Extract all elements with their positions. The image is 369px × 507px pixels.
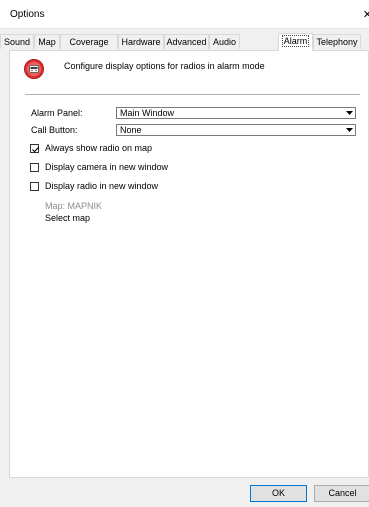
tab-label: Hardware <box>121 37 161 47</box>
tab-label: Sound <box>3 37 31 47</box>
tab-strip: Sound Map Coverage Map Hardware Advanced… <box>0 33 369 62</box>
cancel-button[interactable]: Cancel <box>314 485 369 502</box>
alarm-panel-value: Main Window <box>120 108 175 118</box>
checkbox-checked[interactable] <box>30 143 40 153</box>
alarm-panel-select[interactable]: Main Window <box>116 107 356 119</box>
display-radio-checkbox[interactable]: Display radio in new window <box>30 180 158 192</box>
checkbox-unchecked[interactable] <box>30 162 39 172</box>
tab-label: Map <box>38 37 56 47</box>
tab-alarm[interactable]: Alarm <box>278 33 313 51</box>
call-button-label: Call Button: <box>31 125 78 135</box>
map-label: Map: MAPNIK <box>45 201 103 211</box>
chevron-down-icon <box>344 109 354 117</box>
tab-hardware[interactable]: Hardware <box>118 34 164 49</box>
alarm-panel-label: Alarm Panel: <box>31 108 83 118</box>
tab-label: Alarm <box>281 35 310 47</box>
panel-heading: Configure display options for radios in … <box>64 61 265 71</box>
checkmark-icon <box>32 146 40 152</box>
tab-coverage-map[interactable]: Coverage Map <box>60 34 118 62</box>
tab-audio[interactable]: Audio <box>209 34 240 49</box>
tab-map[interactable]: Map <box>34 34 60 49</box>
alarm-radio-icon <box>24 59 44 79</box>
always-show-radio-checkbox[interactable]: Always show radio on map <box>30 142 152 154</box>
tab-label: Telephony <box>316 37 358 47</box>
alarm-options-panel: Configure display options for radios in … <box>9 50 369 478</box>
tab-telephony[interactable]: Telephony <box>313 34 361 49</box>
close-icon[interactable]: ✕ <box>363 8 369 21</box>
tab-sound[interactable]: Sound <box>0 34 34 49</box>
call-button-value: None <box>120 125 142 135</box>
chevron-down-icon <box>344 126 354 134</box>
checkbox-label: Display radio in new window <box>45 181 159 191</box>
checkbox-label: Display camera in new window <box>45 162 169 172</box>
title-bar: Options ✕ <box>0 0 369 28</box>
ok-button[interactable]: OK <box>250 485 307 502</box>
display-camera-checkbox[interactable]: Display camera in new window <box>30 161 168 173</box>
tab-advanced[interactable]: Advanced <box>164 34 209 49</box>
checkbox-label: Always show radio on map <box>45 143 153 153</box>
call-button-select[interactable]: None <box>116 124 356 136</box>
select-map-link[interactable]: Select map <box>45 213 90 223</box>
divider <box>25 94 360 96</box>
checkbox-unchecked[interactable] <box>30 181 39 191</box>
tab-label: Audio <box>212 37 237 47</box>
window-title: Options <box>10 9 45 20</box>
tab-label: Advanced <box>166 37 207 47</box>
